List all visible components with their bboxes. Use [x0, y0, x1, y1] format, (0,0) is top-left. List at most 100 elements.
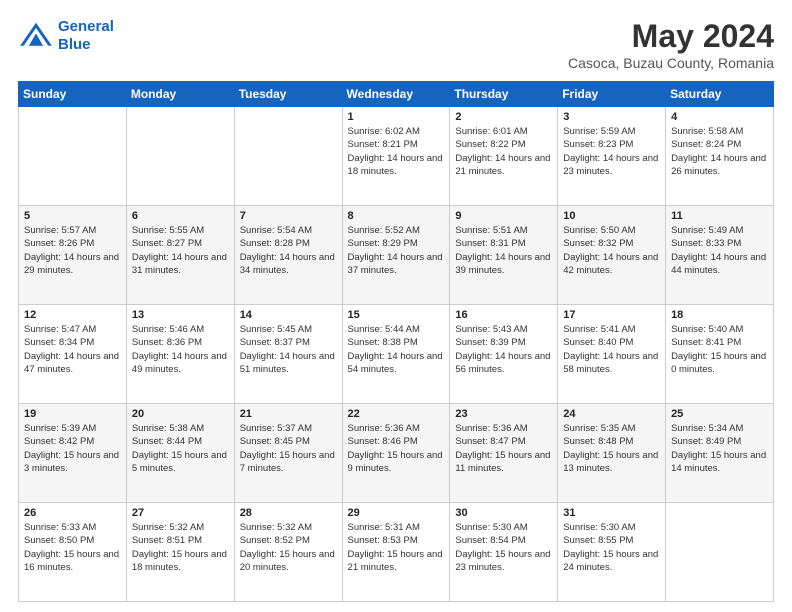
week-row-1: 1Sunrise: 6:02 AM Sunset: 8:21 PM Daylig…: [19, 107, 774, 206]
calendar: Sunday Monday Tuesday Wednesday Thursday…: [18, 81, 774, 602]
day-number: 14: [240, 309, 337, 321]
day-number: 4: [671, 111, 768, 123]
cell-w2-d4: 9Sunrise: 5:51 AM Sunset: 8:31 PM Daylig…: [450, 206, 558, 305]
day-detail: Sunrise: 5:45 AM Sunset: 8:37 PM Dayligh…: [240, 323, 337, 376]
cell-w1-d4: 2 Sunrise: 6:01 AM Sunset: 8:22 PM Daylig…: [450, 107, 558, 206]
week-row-3: 12Sunrise: 5:47 AM Sunset: 8:34 PM Dayli…: [19, 305, 774, 404]
logo-text: General Blue: [58, 18, 114, 54]
cell-w3-d2: 14 Sunrise: 5:45 AM Sunset: 8:37 PM Dayli…: [234, 305, 342, 404]
day-number: 20: [132, 408, 229, 420]
day-detail: Sunrise: 5:37 AM Sunset: 8:45 PM Dayligh…: [240, 422, 337, 475]
weekday-row: Sunday Monday Tuesday Wednesday Thursday…: [19, 82, 774, 107]
day-detail: Sunrise: 5:36 AM Sunset: 8:47 PM Dayligh…: [455, 422, 552, 475]
day-detail: Sunrise: 5:38 AM Sunset: 8:44 PM Dayligh…: [132, 422, 229, 475]
day-detail: Sunrise: 5:43 AM Sunset: 8:39 PM Dayligh…: [455, 323, 552, 376]
day-number: 21: [240, 408, 337, 420]
logo: General Blue: [18, 18, 114, 54]
day-detail: Sunrise: 5:35 AM Sunset: 8:48 PM Dayligh…: [563, 422, 660, 475]
day-detail: Sunrise: 5:33 AM Sunset: 8:50 PM Dayligh…: [24, 521, 121, 574]
day-number: 13: [132, 309, 229, 321]
cell-w3-d4: 16 Sunrise: 5:43 AM Sunset: 8:39 PM Dayli…: [450, 305, 558, 404]
day-number: 23: [455, 408, 552, 420]
cell-w1-d5: 3Sunrise: 5:59 AM Sunset: 8:23 PM Daylig…: [558, 107, 666, 206]
cell-w2-d0: 5 Sunrise: 5:57 AM Sunset: 8:26 PM Daylig…: [19, 206, 127, 305]
day-detail: Sunrise: 5:55 AM Sunset: 8:27 PM Dayligh…: [132, 224, 229, 277]
day-number: 2: [455, 111, 552, 123]
cell-w4-d1: 20 Sunrise: 5:38 AM Sunset: 8:44 PM Dayli…: [126, 404, 234, 503]
day-number: 19: [24, 408, 121, 420]
calendar-body: 1Sunrise: 6:02 AM Sunset: 8:21 PM Daylig…: [19, 107, 774, 602]
cell-w3-d1: 13 Sunrise: 5:46 AM Sunset: 8:36 PM Dayli…: [126, 305, 234, 404]
cell-w5-d3: 29Sunrise: 5:31 AM Sunset: 8:53 PM Dayli…: [342, 503, 450, 602]
cell-w1-d2: [234, 107, 342, 206]
col-tuesday: Tuesday: [234, 82, 342, 107]
day-number: 25: [671, 408, 768, 420]
cell-w1-d3: 1Sunrise: 6:02 AM Sunset: 8:21 PM Daylig…: [342, 107, 450, 206]
day-detail: Sunrise: 5:34 AM Sunset: 8:49 PM Dayligh…: [671, 422, 768, 475]
day-number: 11: [671, 210, 768, 222]
logo-blue-text: Blue: [58, 36, 91, 53]
week-row-2: 5 Sunrise: 5:57 AM Sunset: 8:26 PM Daylig…: [19, 206, 774, 305]
day-detail: Sunrise: 5:36 AM Sunset: 8:46 PM Dayligh…: [348, 422, 445, 475]
logo-general: General: [58, 18, 114, 35]
cell-w5-d5: 31 Sunrise: 5:30 AM Sunset: 8:55 PM Dayli…: [558, 503, 666, 602]
day-detail: Sunrise: 5:58 AM Sunset: 8:24 PM Dayligh…: [671, 125, 768, 178]
title-section: May 2024 Casoca, Buzau County, Romania: [568, 18, 774, 71]
col-monday: Monday: [126, 82, 234, 107]
day-detail: Sunrise: 5:54 AM Sunset: 8:28 PM Dayligh…: [240, 224, 337, 277]
day-number: 30: [455, 507, 552, 519]
cell-w2-d3: 8 Sunrise: 5:52 AM Sunset: 8:29 PM Daylig…: [342, 206, 450, 305]
day-detail: Sunrise: 5:57 AM Sunset: 8:26 PM Dayligh…: [24, 224, 121, 277]
day-number: 1: [348, 111, 445, 123]
cell-w2-d6: 11 Sunrise: 5:49 AM Sunset: 8:33 PM Dayli…: [666, 206, 774, 305]
day-number: 26: [24, 507, 121, 519]
cell-w4-d2: 21 Sunrise: 5:37 AM Sunset: 8:45 PM Dayli…: [234, 404, 342, 503]
header: General Blue May 2024 Casoca, Buzau Coun…: [18, 18, 774, 71]
cell-w3-d5: 17Sunrise: 5:41 AM Sunset: 8:40 PM Dayli…: [558, 305, 666, 404]
day-detail: Sunrise: 5:30 AM Sunset: 8:54 PM Dayligh…: [455, 521, 552, 574]
location: Casoca, Buzau County, Romania: [568, 55, 774, 71]
cell-w2-d5: 10 Sunrise: 5:50 AM Sunset: 8:32 PM Dayli…: [558, 206, 666, 305]
day-detail: Sunrise: 5:50 AM Sunset: 8:32 PM Dayligh…: [563, 224, 660, 277]
day-detail: Sunrise: 5:52 AM Sunset: 8:29 PM Dayligh…: [348, 224, 445, 277]
day-number: 5: [24, 210, 121, 222]
cell-w4-d4: 23 Sunrise: 5:36 AM Sunset: 8:47 PM Dayli…: [450, 404, 558, 503]
day-number: 6: [132, 210, 229, 222]
day-number: 27: [132, 507, 229, 519]
month-year: May 2024: [568, 18, 774, 55]
cell-w2-d1: 6 Sunrise: 5:55 AM Sunset: 8:27 PM Daylig…: [126, 206, 234, 305]
day-number: 8: [348, 210, 445, 222]
cell-w4-d6: 25 Sunrise: 5:34 AM Sunset: 8:49 PM Dayli…: [666, 404, 774, 503]
week-row-4: 19 Sunrise: 5:39 AM Sunset: 8:42 PM Dayli…: [19, 404, 774, 503]
week-row-5: 26 Sunrise: 5:33 AM Sunset: 8:50 PM Dayli…: [19, 503, 774, 602]
cell-w5-d2: 28Sunrise: 5:32 AM Sunset: 8:52 PM Dayli…: [234, 503, 342, 602]
day-number: 17: [563, 309, 660, 321]
col-saturday: Saturday: [666, 82, 774, 107]
day-number: 29: [348, 507, 445, 519]
day-detail: Sunrise: 5:40 AM Sunset: 8:41 PM Dayligh…: [671, 323, 768, 376]
day-number: 10: [563, 210, 660, 222]
cell-w4-d0: 19 Sunrise: 5:39 AM Sunset: 8:42 PM Dayli…: [19, 404, 127, 503]
cell-w1-d0: [19, 107, 127, 206]
cell-w3-d6: 18 Sunrise: 5:40 AM Sunset: 8:41 PM Dayli…: [666, 305, 774, 404]
cell-w5-d0: 26 Sunrise: 5:33 AM Sunset: 8:50 PM Dayli…: [19, 503, 127, 602]
day-number: 18: [671, 309, 768, 321]
day-number: 12: [24, 309, 121, 321]
day-number: 3: [563, 111, 660, 123]
day-detail: Sunrise: 6:01 AM Sunset: 8:22 PM Dayligh…: [455, 125, 552, 178]
cell-w3-d3: 15Sunrise: 5:44 AM Sunset: 8:38 PM Dayli…: [342, 305, 450, 404]
day-detail: Sunrise: 5:30 AM Sunset: 8:55 PM Dayligh…: [563, 521, 660, 574]
col-friday: Friday: [558, 82, 666, 107]
col-sunday: Sunday: [19, 82, 127, 107]
day-number: 31: [563, 507, 660, 519]
day-detail: Sunrise: 5:39 AM Sunset: 8:42 PM Dayligh…: [24, 422, 121, 475]
day-detail: Sunrise: 5:46 AM Sunset: 8:36 PM Dayligh…: [132, 323, 229, 376]
day-number: 22: [348, 408, 445, 420]
cell-w1-d6: 4 Sunrise: 5:58 AM Sunset: 8:24 PM Daylig…: [666, 107, 774, 206]
calendar-header: Sunday Monday Tuesday Wednesday Thursday…: [19, 82, 774, 107]
cell-w5-d1: 27Sunrise: 5:32 AM Sunset: 8:51 PM Dayli…: [126, 503, 234, 602]
day-number: 16: [455, 309, 552, 321]
day-detail: Sunrise: 5:49 AM Sunset: 8:33 PM Dayligh…: [671, 224, 768, 277]
cell-w3-d0: 12Sunrise: 5:47 AM Sunset: 8:34 PM Dayli…: [19, 305, 127, 404]
day-number: 24: [563, 408, 660, 420]
